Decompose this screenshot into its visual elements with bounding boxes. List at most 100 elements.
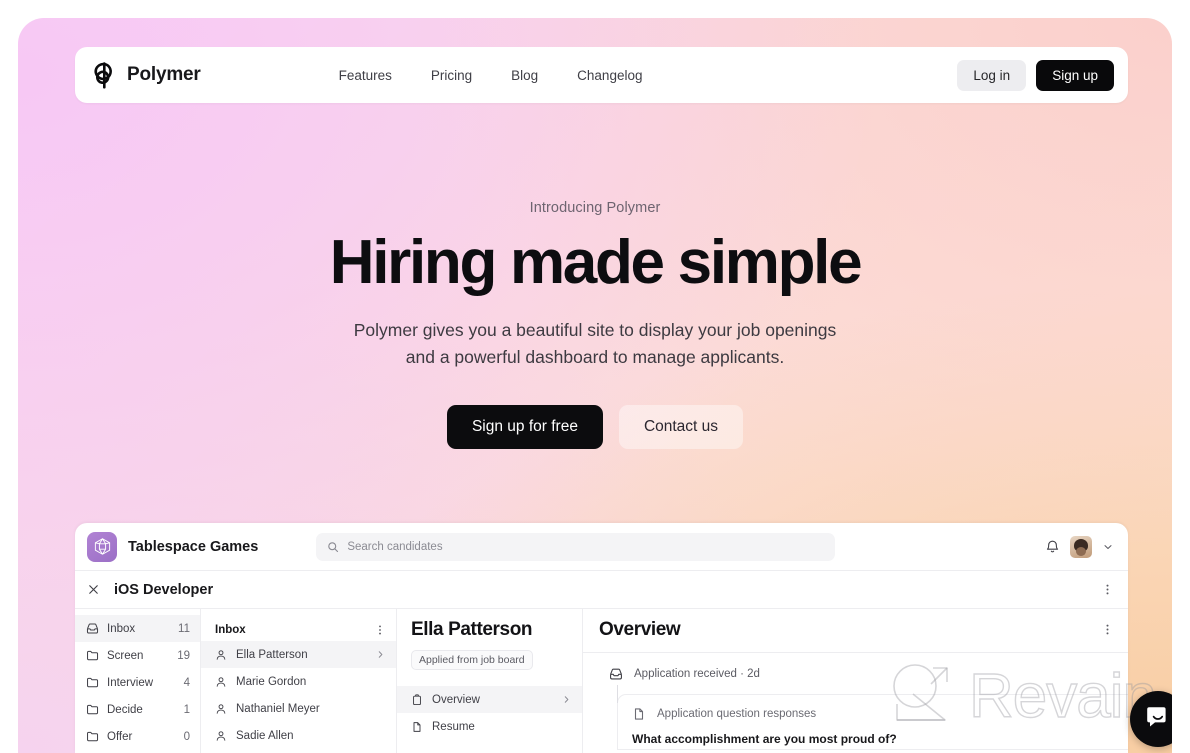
candidate-list-column: Inbox Ella Patterson Marie Gordon Nathan… xyxy=(201,609,397,753)
candidate-list-kebab-icon[interactable] xyxy=(374,624,386,636)
sidebar-item-inbox[interactable]: Inbox 11 xyxy=(75,615,200,642)
d20-dice-icon xyxy=(87,531,117,562)
sidebar-item-label: Interview xyxy=(107,676,154,689)
question-responses-card: Application question responses What acco… xyxy=(617,694,1128,750)
signup-button[interactable]: Sign up xyxy=(1036,59,1114,91)
nav-link-features[interactable]: Features xyxy=(339,68,392,83)
document-icon xyxy=(632,707,646,721)
sidebar-item-label: Inbox xyxy=(107,622,136,635)
brand-name: Polymer xyxy=(127,64,201,85)
sidebar-item-count: 0 xyxy=(183,730,190,743)
overview-title: Overview xyxy=(599,619,681,640)
inbox-tray-icon xyxy=(86,622,99,635)
card-label: Application question responses xyxy=(657,708,817,720)
page-background: Polymer Features Pricing Blog Changelog … xyxy=(18,18,1172,753)
list-item-label: Marie Gordon xyxy=(236,675,307,688)
candidate-list-title: Inbox xyxy=(215,624,246,636)
tab-overview[interactable]: Overview xyxy=(397,686,582,713)
sidebar-item-screen[interactable]: Screen 19 xyxy=(75,642,200,669)
sidebar-item-interview[interactable]: Interview 4 xyxy=(75,669,200,696)
search-icon xyxy=(327,541,339,553)
candidate-section-nav: Overview Resume xyxy=(397,686,582,740)
close-icon[interactable] xyxy=(87,583,100,596)
avatar[interactable] xyxy=(1070,535,1092,558)
sidebar-item-label: Decide xyxy=(107,703,143,716)
overview-panel: Overview Application received · 2d Appli… xyxy=(583,609,1128,753)
folder-icon xyxy=(86,649,99,662)
person-icon xyxy=(215,703,227,715)
sidebar-item-count: 1 xyxy=(183,703,190,716)
folder-icon xyxy=(86,676,99,689)
folder-icon xyxy=(86,703,99,716)
nav-link-blog[interactable]: Blog xyxy=(511,68,538,83)
person-icon xyxy=(215,676,227,688)
hero-section: Introducing Polymer Hiring made simple P… xyxy=(18,200,1172,450)
person-icon xyxy=(215,730,227,742)
app-topbar: Tablespace Games Search candidates xyxy=(75,523,1128,571)
sidebar-item-count: 19 xyxy=(177,649,190,662)
document-icon xyxy=(411,721,423,733)
chevron-right-icon xyxy=(375,649,386,660)
timeline-event-label: Application received · 2d xyxy=(634,668,760,680)
top-navbar: Polymer Features Pricing Blog Changelog … xyxy=(75,47,1128,103)
job-header-row: iOS Developer xyxy=(75,571,1128,609)
signup-free-button[interactable]: Sign up for free xyxy=(446,405,603,450)
hero-eyebrow: Introducing Polymer xyxy=(529,200,661,216)
folder-icon xyxy=(86,730,99,743)
brand-logo[interactable]: Polymer xyxy=(91,61,201,89)
candidate-name: Ella Patterson xyxy=(411,619,533,640)
candidate-list-header: Inbox xyxy=(201,619,396,641)
job-menu-kebab-icon[interactable] xyxy=(1101,583,1114,596)
search-input[interactable]: Search candidates xyxy=(316,532,836,561)
chat-bubble-icon xyxy=(1144,703,1172,736)
timeline-connector xyxy=(617,685,618,703)
login-button[interactable]: Log in xyxy=(957,59,1027,91)
list-item-label: Ella Patterson xyxy=(236,648,308,661)
job-title: iOS Developer xyxy=(114,581,214,598)
hero-subhead-line1: Polymer gives you a beautiful site to di… xyxy=(353,319,837,340)
sidebar-item-label: Offer xyxy=(107,730,133,743)
overview-kebab-icon[interactable] xyxy=(1101,623,1114,636)
sidebar-item-decide[interactable]: Decide 1 xyxy=(75,696,200,723)
list-item[interactable]: Nathaniel Meyer xyxy=(201,695,396,722)
app-preview-card: Tablespace Games Search candidates iOS D… xyxy=(75,523,1128,753)
tab-label: Resume xyxy=(432,720,475,733)
list-item[interactable]: Sadie Allen xyxy=(201,722,396,749)
nav-actions: Log in Sign up xyxy=(957,59,1114,91)
status-badge: Applied from job board xyxy=(411,650,533,670)
sidebar-item-count: 4 xyxy=(183,676,190,689)
tab-resume[interactable]: Resume xyxy=(397,713,582,740)
chat-widget-button[interactable] xyxy=(1130,691,1172,747)
bell-icon[interactable] xyxy=(1045,539,1060,554)
clipboard-icon xyxy=(411,693,423,706)
list-item[interactable]: Marie Gordon xyxy=(201,668,396,695)
nav-link-pricing[interactable]: Pricing xyxy=(431,68,472,83)
sidebar-item-offer[interactable]: Offer 0 xyxy=(75,723,200,750)
inbox-tray-icon xyxy=(609,667,623,681)
list-item-label: Sadie Allen xyxy=(236,729,294,742)
hero-cta-row: Sign up for free Contact us xyxy=(18,405,1172,450)
tab-label: Overview xyxy=(432,693,480,706)
contact-us-button[interactable]: Contact us xyxy=(618,405,744,450)
overview-header: Overview xyxy=(583,619,1128,641)
topbar-actions xyxy=(1045,535,1114,558)
card-header: Application question responses xyxy=(632,707,1112,721)
hero-subhead-line2: and a powerful dashboard to manage appli… xyxy=(405,347,785,368)
person-icon xyxy=(215,649,227,661)
search-placeholder: Search candidates xyxy=(347,540,443,553)
stages-sidebar: Inbox 11 Screen 19 Interview 4 Decide 1 … xyxy=(75,609,201,753)
page-title: Hiring made simple xyxy=(329,228,863,297)
chevron-right-icon xyxy=(561,694,572,705)
candidate-detail-column: Ella Patterson Applied from job board Ov… xyxy=(397,609,583,753)
nav-link-changelog[interactable]: Changelog xyxy=(577,68,642,83)
activity-timeline: Application received · 2d Application qu… xyxy=(583,653,1128,750)
list-item[interactable]: Ella Patterson xyxy=(201,641,396,668)
list-item-label: Nathaniel Meyer xyxy=(236,702,320,715)
nav-links: Features Pricing Blog Changelog xyxy=(339,68,643,83)
sidebar-item-label: Screen xyxy=(107,649,144,662)
org-switcher[interactable]: Tablespace Games xyxy=(87,531,259,562)
app-body: Inbox 11 Screen 19 Interview 4 Decide 1 … xyxy=(75,609,1128,753)
chevron-down-icon[interactable] xyxy=(1102,541,1114,553)
org-name: Tablespace Games xyxy=(128,538,259,555)
timeline-event: Application received · 2d xyxy=(609,667,1128,681)
